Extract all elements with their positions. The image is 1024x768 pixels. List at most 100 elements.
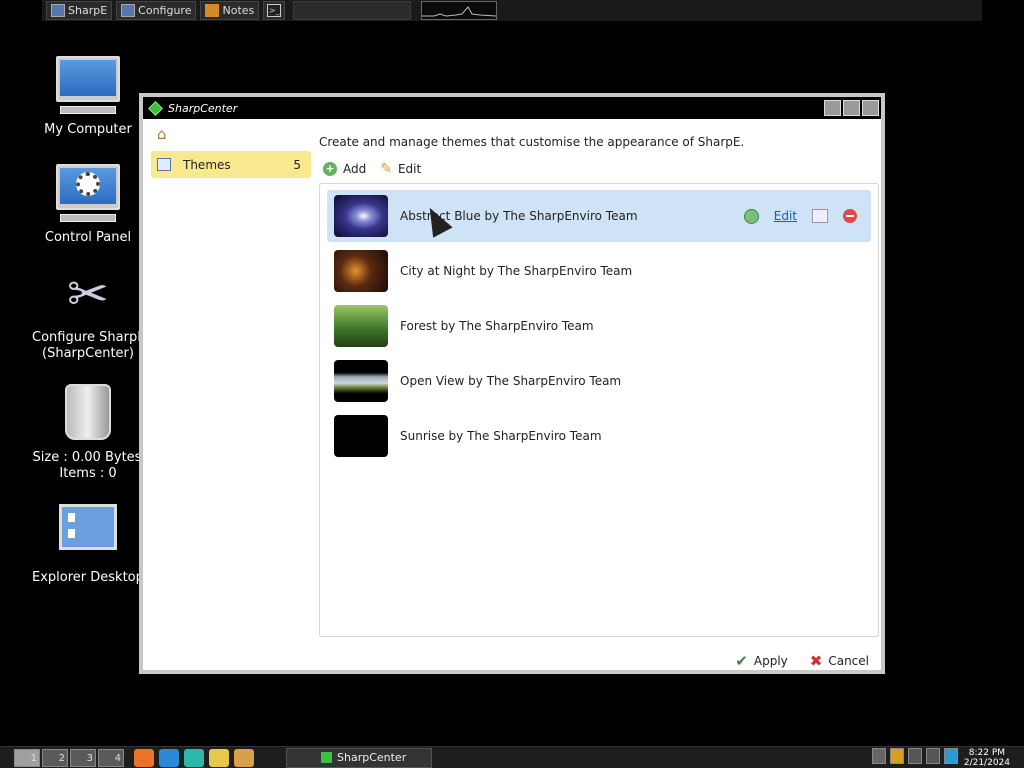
pencil-icon: ✎	[380, 161, 392, 177]
tools-icon: ✂	[67, 265, 109, 323]
control-panel-icon	[56, 164, 120, 224]
desktop-icon-explorer[interactable]: Explorer Desktop	[28, 504, 148, 586]
recycle-bin-icon	[56, 384, 120, 444]
terminal-icon: >_	[267, 4, 282, 17]
tray-app-icon[interactable]	[944, 748, 958, 764]
page-description: Create and manage themes that customise …	[319, 135, 745, 149]
edit-label: Edit	[397, 162, 422, 176]
sharpcenter-logo-icon	[148, 100, 163, 116]
workspace-3-button[interactable]: 3	[70, 748, 96, 767]
row-tools: Edit	[743, 208, 857, 224]
desktop-icon-my-computer[interactable]: My Computer	[28, 56, 148, 138]
sidebar-item-themes[interactable]: Themes 5	[151, 151, 311, 178]
themes-icon	[157, 158, 171, 171]
sidebar-item-label: Themes	[183, 157, 231, 172]
sidebar: ⌂ Themes 5	[151, 127, 311, 178]
theme-row-forest[interactable]: Forest by The SharpEnviro Team	[327, 300, 871, 352]
recycle-size: Size : 0.00 Bytes	[32, 450, 142, 465]
topbar-terminal-button[interactable]: >_	[263, 1, 286, 20]
cancel-x-icon: ✖	[809, 652, 823, 670]
workspace-4-button[interactable]: 4	[98, 748, 124, 767]
cpu-graph-line	[422, 6, 497, 17]
clock-time: 8:22 PM	[968, 748, 1006, 758]
maximize-button[interactable]	[843, 100, 860, 116]
edit-button[interactable]: ✎ Edit	[380, 161, 421, 177]
search-icon[interactable]	[890, 748, 904, 764]
taskbar-task-sharpcenter[interactable]: SharpCenter	[286, 747, 432, 768]
add-label: Add	[343, 162, 367, 176]
explorer-desktop-icon	[56, 504, 120, 564]
topbar-sharpe-button[interactable]: SharpE	[46, 1, 113, 20]
close-button[interactable]	[862, 100, 879, 116]
theme-thumbnail	[334, 250, 388, 292]
add-button[interactable]: + Add	[323, 162, 366, 176]
home-icon[interactable]: ⌂	[157, 127, 173, 142]
copy-icon[interactable]	[812, 209, 828, 223]
clock-date: 2/21/2024	[963, 758, 1010, 768]
theme-label: City at Night by The SharpEnviro Team	[400, 264, 633, 278]
system-tray	[872, 748, 958, 764]
cpu-graph	[421, 1, 498, 20]
recycle-items: Items : 0	[59, 466, 117, 481]
notes-icon	[205, 4, 220, 17]
theme-row-open-view[interactable]: Open View by The SharpEnviro Team	[327, 355, 871, 407]
taskbar: 1 2 3 4 SharpCenter 8:22 PM 2/21/2024	[0, 746, 1024, 768]
folder-icon[interactable]	[209, 748, 229, 767]
topbar-empty-slot	[293, 1, 412, 20]
minimize-button[interactable]	[824, 100, 841, 116]
theme-thumbnail	[334, 415, 388, 457]
desktop-icon-label: My Computer	[44, 122, 132, 137]
desktop-icon-recycle-bin[interactable]: Size : 0.00 Bytes Items : 0	[28, 384, 148, 482]
topbar-notes-button[interactable]: Notes	[200, 1, 260, 20]
sidebar-item-count: 5	[293, 157, 301, 172]
computer-icon	[121, 4, 136, 17]
workspace-1-button[interactable]: 1	[14, 748, 40, 767]
theme-thumbnail	[334, 360, 388, 402]
apply-label: Apply	[753, 654, 788, 668]
checkmark-icon: ✔	[735, 652, 748, 670]
edge-icon[interactable]	[184, 748, 204, 767]
delete-icon[interactable]	[843, 209, 857, 223]
desktop-icon-control-panel[interactable]: Control Panel	[28, 164, 148, 246]
computer-icon	[51, 4, 65, 17]
tray-up-arrow-icon[interactable]	[872, 748, 886, 764]
sharpcenter-window: SharpCenter ⌂ Themes 5 Create and manage…	[139, 93, 885, 674]
window-title: SharpCenter	[168, 101, 238, 115]
theme-list: Abstract Blue by The SharpEnviro Team Ed…	[319, 183, 879, 637]
action-bar: + Add ✎ Edit	[323, 161, 421, 177]
theme-row-sunrise[interactable]: Sunrise by The SharpEnviro Team	[327, 410, 871, 462]
media-player-icon[interactable]	[234, 748, 254, 767]
theme-label: Forest by The SharpEnviro Team	[400, 319, 594, 333]
volume-muted-icon[interactable]	[926, 748, 940, 764]
theme-label: Abstract Blue by The SharpEnviro Team	[400, 209, 638, 223]
topbar-configure-label: Configure	[138, 4, 192, 17]
desktop-icon-label: Configure SharpE	[32, 330, 142, 345]
apply-theme-icon[interactable]	[743, 208, 759, 224]
topbar-sharpe-label: SharpE	[68, 4, 108, 17]
theme-label: Open View by The SharpEnviro Team	[400, 374, 622, 388]
window-titlebar[interactable]: SharpCenter	[143, 97, 881, 119]
network-icon[interactable]	[908, 748, 922, 764]
top-bar: SharpE Configure Notes >_	[42, 0, 982, 21]
theme-row-abstract-blue[interactable]: Abstract Blue by The SharpEnviro Team Ed…	[327, 190, 871, 242]
row-edit-link[interactable]: Edit	[774, 209, 797, 223]
desktop-icon-configure[interactable]: ✂ Configure SharpE (SharpCenter)	[28, 264, 148, 362]
desktop-icon-sublabel: (SharpCenter)	[42, 346, 134, 361]
theme-thumbnail	[334, 305, 388, 347]
task-label: SharpCenter	[337, 751, 407, 764]
clock[interactable]: 8:22 PM 2/21/2024	[964, 748, 1010, 768]
topbar-configure-button[interactable]: Configure	[116, 1, 197, 20]
dialog-footer: ✔ Apply ✖ Cancel	[735, 652, 869, 670]
theme-row-city-at-night[interactable]: City at Night by The SharpEnviro Team	[327, 245, 871, 297]
theme-label: Sunrise by The SharpEnviro Team	[400, 429, 602, 443]
apply-button[interactable]: ✔ Apply	[735, 652, 787, 670]
cancel-button[interactable]: ✖ Cancel	[810, 652, 869, 670]
internet-explorer-icon[interactable]	[159, 748, 179, 767]
sharpcenter-logo-icon	[321, 752, 332, 763]
cancel-label: Cancel	[828, 654, 869, 668]
desktop-icon-label: Explorer Desktop	[32, 570, 142, 585]
workspace-2-button[interactable]: 2	[42, 748, 68, 767]
firefox-icon[interactable]	[134, 748, 154, 767]
desktop-icon-label: Control Panel	[44, 230, 132, 245]
topbar-notes-label: Notes	[222, 4, 255, 17]
